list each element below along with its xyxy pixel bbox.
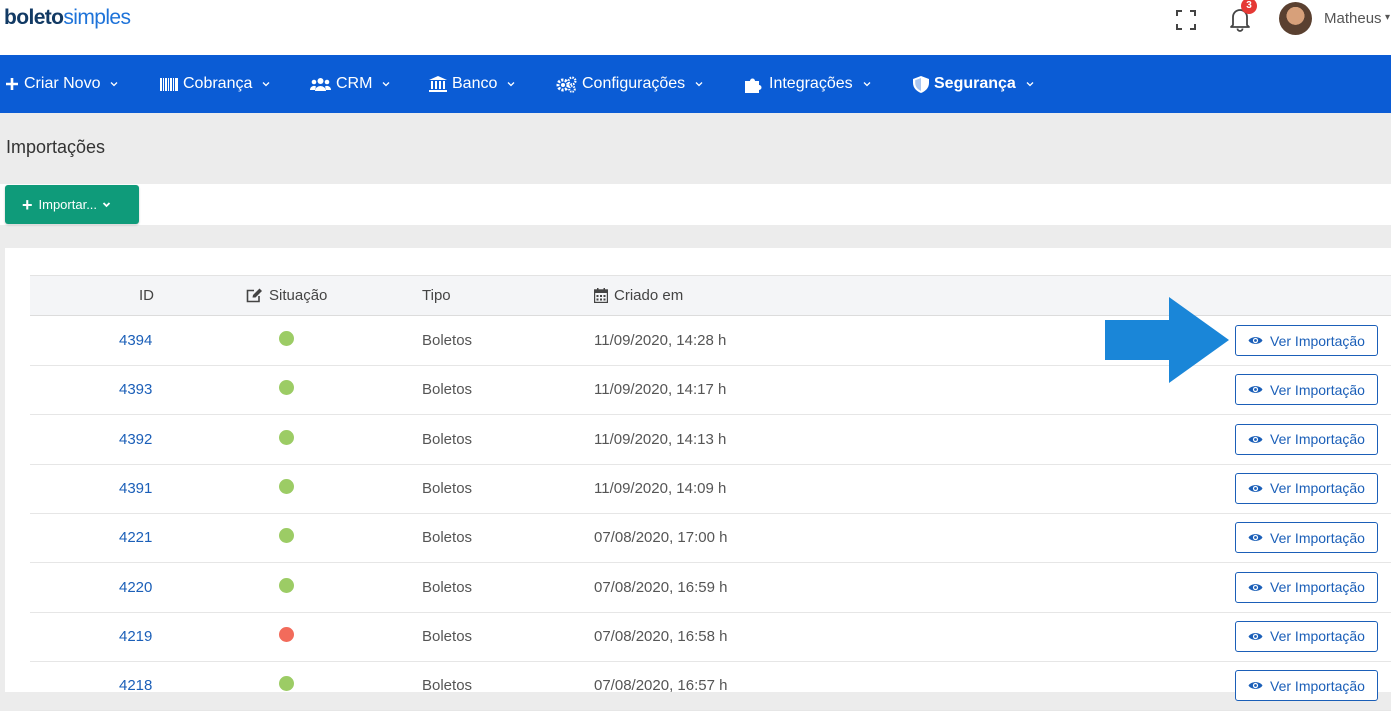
import-created-at: 07/08/2020, 16:58 h <box>594 627 728 645</box>
status-dot-icon <box>279 676 294 692</box>
nav-item-seguranca[interactable]: Segurança <box>913 55 1034 113</box>
import-created-at: 11/09/2020, 14:13 h <box>594 430 727 448</box>
users-icon <box>310 78 331 91</box>
import-id-link[interactable]: 4219 <box>119 628 152 645</box>
eye-icon <box>1248 386 1263 394</box>
import-type: Boletos <box>422 529 473 547</box>
gears-icon <box>556 75 577 93</box>
eye-icon <box>1248 632 1263 640</box>
import-button[interactable]: + Importar... <box>5 185 139 224</box>
toolbar <box>0 184 1391 225</box>
view-import-button[interactable]: Ver Importação <box>1235 522 1378 554</box>
eye-icon <box>1248 534 1263 542</box>
import-id-link[interactable]: 4392 <box>119 431 152 448</box>
plus-icon <box>6 78 18 90</box>
eye-icon <box>1248 435 1263 443</box>
table-row: 4220 Boletos 07/08/2020, 16:59 h Ver Import… <box>30 564 1391 613</box>
view-import-button[interactable]: Ver Importação <box>1235 423 1378 455</box>
puzzle-icon <box>745 78 762 93</box>
import-id-link[interactable]: 4220 <box>119 579 152 596</box>
eye-icon <box>1248 485 1263 492</box>
chevron-down-icon <box>102 202 111 208</box>
chevron-down-icon <box>262 82 270 87</box>
nav-item-crm[interactable]: CRM <box>310 55 390 113</box>
chevron-down-icon <box>382 82 390 87</box>
chevron-down-icon <box>507 82 515 87</box>
table-row: 4221 Boletos 07/08/2020, 17:00 h Ver Import… <box>30 514 1391 564</box>
import-id-link[interactable]: 4221 <box>119 529 152 546</box>
import-type: Boletos <box>422 430 473 448</box>
chevron-down-icon <box>695 82 703 87</box>
bank-icon <box>429 76 447 92</box>
import-type: Boletos <box>422 332 473 349</box>
nav-item-integracoes[interactable]: Integrações <box>745 55 871 113</box>
main-nav: Criar Novo Cobrança CRM Banco Configuraç… <box>0 55 1391 113</box>
status-dot-icon <box>279 478 294 494</box>
calendar-icon <box>594 288 608 303</box>
status-dot-icon <box>279 577 294 593</box>
table-row: 4218 Boletos 07/08/2020, 16:57 h Ver Import… <box>30 662 1391 711</box>
column-header-created[interactable]: Criado em <box>594 287 683 304</box>
username[interactable]: Matheus <box>1324 10 1382 27</box>
status-dot-icon <box>279 626 294 642</box>
chevron-down-icon <box>111 82 118 87</box>
import-created-at: 11/09/2020, 14:28 h <box>594 332 727 349</box>
plus-icon: + <box>22 194 33 215</box>
column-header-status[interactable]: Situação <box>246 287 327 304</box>
nav-item-cobranca[interactable]: Cobrança <box>160 55 270 113</box>
eye-icon <box>1248 583 1263 591</box>
view-import-button[interactable]: Ver Importação <box>1235 670 1378 702</box>
table-row: 4391 Boletos 11/09/2020, 14:09 h Ver Import… <box>30 465 1391 514</box>
status-dot-icon <box>279 429 294 445</box>
nav-item-criar-novo[interactable]: Criar Novo <box>5 55 118 113</box>
view-import-button[interactable]: Ver Importação <box>1235 472 1378 504</box>
barcode-icon <box>160 77 178 91</box>
edit-icon <box>246 288 262 303</box>
chevron-down-icon <box>1026 82 1034 87</box>
chevron-down-icon <box>863 82 871 87</box>
top-bar: boletosimples 3 Matheus ▾ <box>0 0 1391 55</box>
column-header-id[interactable]: ID <box>139 287 154 304</box>
import-id-link[interactable]: 4391 <box>119 480 152 497</box>
logo[interactable]: boletosimples <box>4 6 131 30</box>
import-created-at: 07/08/2020, 17:00 h <box>594 529 728 547</box>
status-dot-icon <box>279 331 294 346</box>
import-created-at: 11/09/2020, 14:09 h <box>594 479 727 497</box>
annotation-arrow-icon <box>1105 297 1229 383</box>
import-id-link[interactable]: 4393 <box>119 381 152 398</box>
shield-icon <box>913 75 929 93</box>
column-header-type[interactable]: Tipo <box>422 287 451 304</box>
nav-item-configuracoes[interactable]: Configurações <box>556 55 703 113</box>
status-dot-icon <box>279 528 294 544</box>
avatar[interactable] <box>1279 2 1312 35</box>
page-title: Importações <box>6 137 106 157</box>
table-row: 4219 Boletos 07/08/2020, 16:58 h Ver Import… <box>30 613 1391 662</box>
view-import-button[interactable]: Ver Importação <box>1235 620 1378 652</box>
import-type: Boletos <box>422 479 473 497</box>
import-id-link[interactable]: 4394 <box>119 332 152 349</box>
import-created-at: 11/09/2020, 14:17 h <box>594 381 727 399</box>
import-type: Boletos <box>422 627 473 645</box>
view-import-button[interactable]: Ver Importação <box>1235 374 1378 406</box>
import-type: Boletos <box>422 578 473 596</box>
eye-icon <box>1248 682 1263 689</box>
fullscreen-icon[interactable] <box>1175 9 1197 31</box>
chevron-down-icon[interactable]: ▾ <box>1385 12 1390 23</box>
view-import-button[interactable]: Ver Importação <box>1235 325 1378 356</box>
notification-badge: 3 <box>1241 0 1257 14</box>
nav-item-banco[interactable]: Banco <box>429 55 515 113</box>
import-created-at: 07/08/2020, 16:59 h <box>594 578 728 596</box>
table-row: 4392 Boletos 11/09/2020, 14:13 h Ver Import… <box>30 416 1391 465</box>
view-import-button[interactable]: Ver Importação <box>1235 571 1378 603</box>
status-dot-icon <box>279 380 294 396</box>
import-type: Boletos <box>422 381 473 399</box>
eye-icon <box>1248 337 1263 344</box>
